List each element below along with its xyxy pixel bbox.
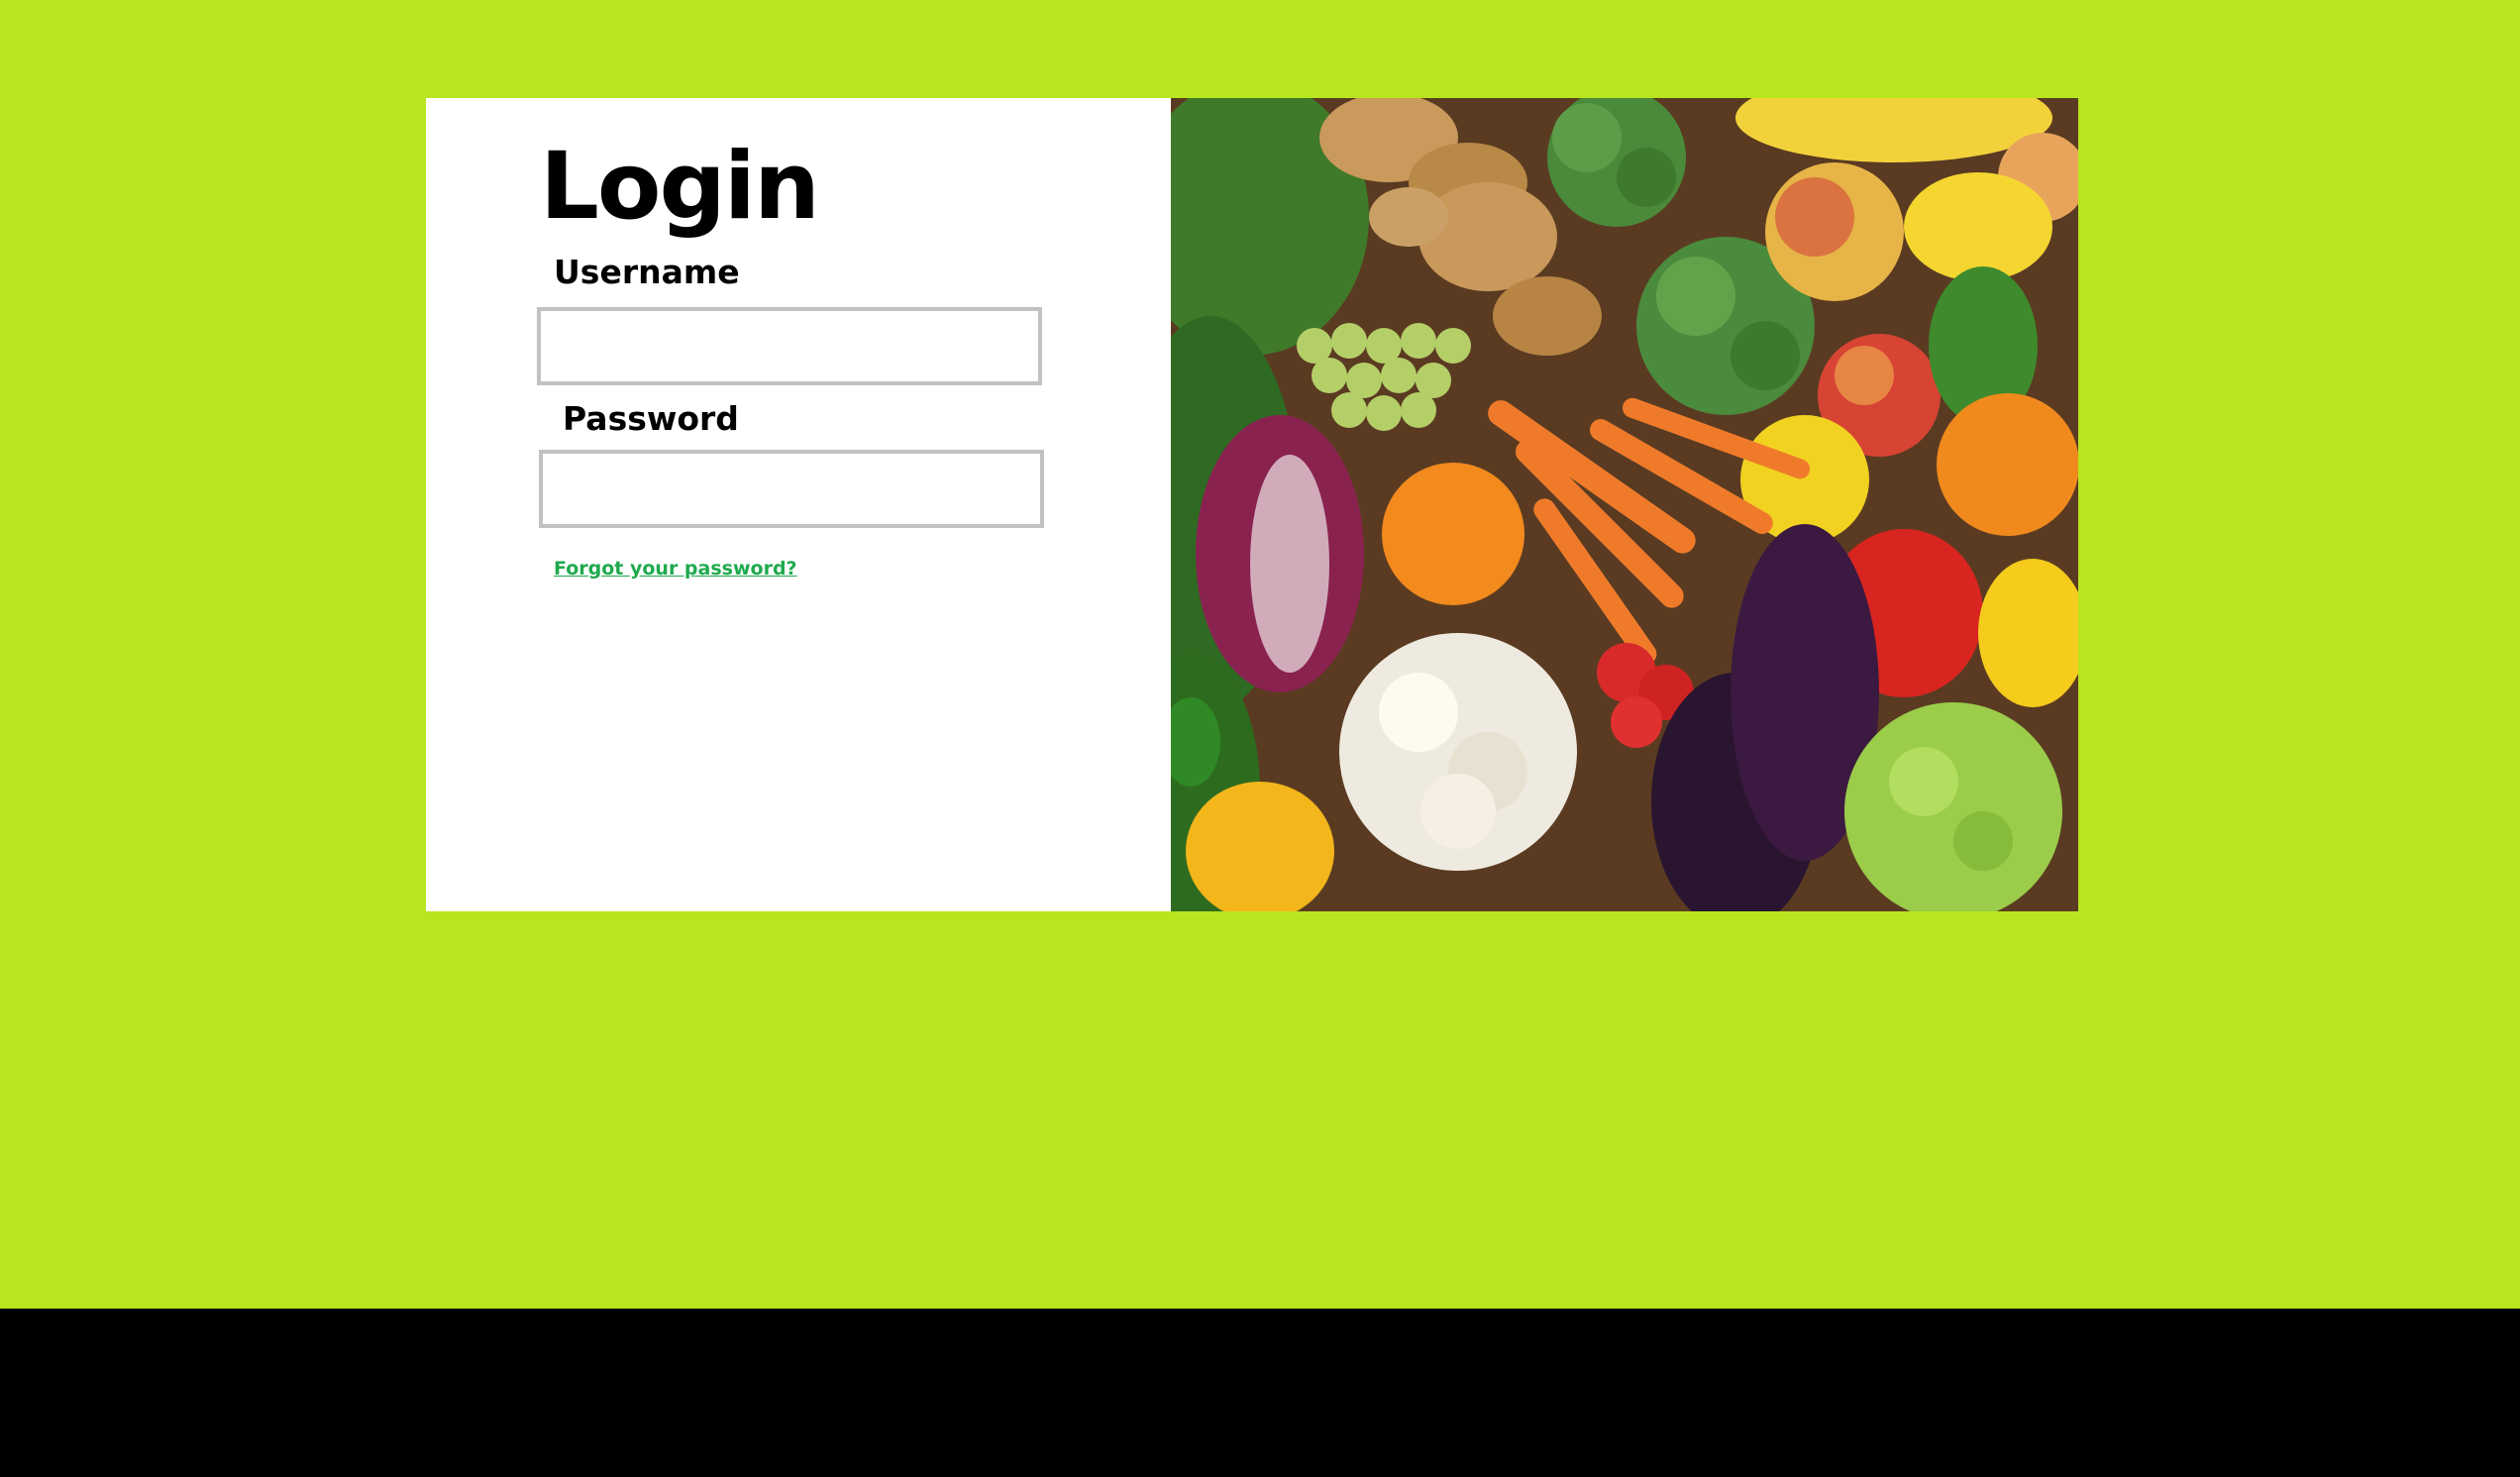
- password-input[interactable]: [539, 450, 1044, 528]
- username-label: Username: [554, 253, 740, 291]
- login-form-panel: Login Username Password Forgot your pass…: [426, 98, 1171, 911]
- produce-image: [1171, 98, 2078, 911]
- footer-bar: [0, 1309, 2520, 1477]
- password-label: Password: [563, 399, 739, 438]
- vegetables-illustration: [1171, 98, 2078, 911]
- username-input[interactable]: [537, 307, 1042, 385]
- login-card: Login Username Password Forgot your pass…: [426, 98, 2078, 911]
- page-title: Login: [540, 133, 820, 241]
- forgot-password-link[interactable]: Forgot your password?: [554, 555, 797, 582]
